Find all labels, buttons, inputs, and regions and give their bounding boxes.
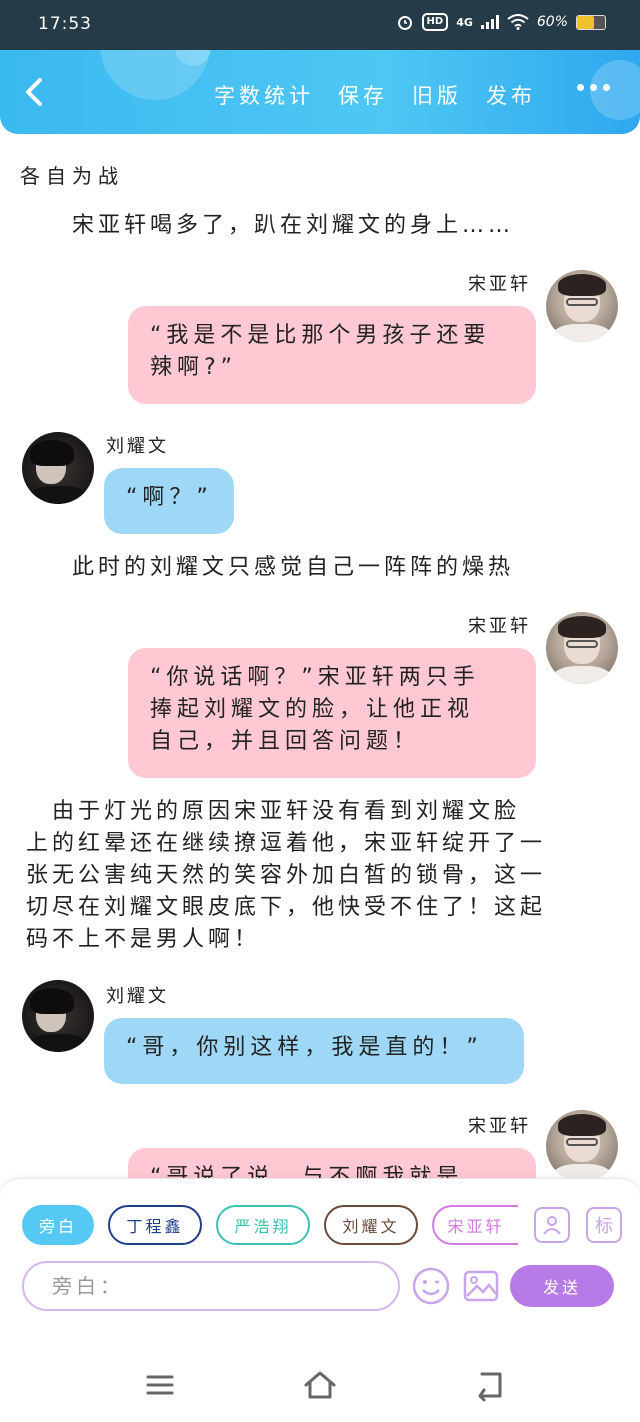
status-bar: 17:53 HD 4G 60% bbox=[0, 0, 640, 50]
avatar[interactable] bbox=[546, 1110, 618, 1178]
avatar[interactable] bbox=[546, 270, 618, 342]
wifi-icon bbox=[507, 14, 529, 30]
speaker-name: 宋亚轩 bbox=[468, 616, 531, 637]
back-icon[interactable] bbox=[470, 1368, 510, 1402]
speaker-name: 宋亚轩 bbox=[468, 1116, 531, 1137]
hd-badge: HD bbox=[421, 13, 449, 31]
role-chip-ding[interactable]: 丁程鑫 bbox=[108, 1205, 202, 1245]
narration-paragraph: 由于灯光的原因宋亚轩没有看到刘耀文脸 上的红晕还在继续撩逗着他，宋亚轩绽开了一 … bbox=[26, 796, 626, 956]
bubble-line: 辣啊?” bbox=[150, 355, 238, 380]
narration-line: 上的红晕还在继续撩逗着他，宋亚轩绽开了一 bbox=[26, 831, 547, 856]
role-chip-yan[interactable]: 严浩翔 bbox=[216, 1205, 310, 1245]
chat-bubble[interactable]: “哥说了说，与不啊我就是... bbox=[128, 1148, 536, 1178]
speaker-name: 刘耀文 bbox=[106, 986, 169, 1007]
narration-line: 切尽在刘耀文眼皮底下，他快受不住了！这起 bbox=[26, 895, 547, 920]
avatar[interactable] bbox=[22, 432, 94, 504]
narration-line: 张无公害纯天然的笑容外加白皙的锁骨，这一 bbox=[26, 863, 547, 888]
signal-icon bbox=[480, 15, 499, 29]
narration-line: 码不上不是男人啊！ bbox=[26, 927, 261, 952]
editor-header: 字数统计 保存 旧版 发布 bbox=[0, 50, 640, 134]
narration: 宋亚轩喝多了，趴在刘耀文的身上…… bbox=[72, 213, 515, 238]
old-version-button[interactable]: 旧版 bbox=[412, 80, 462, 110]
more-dots-icon[interactable] bbox=[577, 84, 610, 91]
network-label: 4G bbox=[456, 15, 473, 29]
bubble-line: 自己，并且回答问题！ bbox=[150, 729, 421, 754]
narration-line: 由于灯光的原因宋亚轩没有看到刘耀文脸 bbox=[26, 799, 521, 824]
battery-percent: 60% bbox=[536, 14, 568, 30]
save-button[interactable]: 保存 bbox=[338, 80, 388, 110]
avatar[interactable] bbox=[22, 980, 94, 1052]
status-icons: HD 4G 60% bbox=[396, 13, 606, 31]
status-time: 17:53 bbox=[38, 14, 92, 34]
header-actions: 字数统计 保存 旧版 发布 bbox=[214, 80, 536, 110]
chat-bubble[interactable]: “哥，你别这样，我是直的！” bbox=[104, 1018, 524, 1084]
avatar[interactable] bbox=[546, 612, 618, 684]
chat-bubble[interactable]: “我是不是比那个男孩子还要 辣啊?” bbox=[128, 306, 536, 404]
alarm-icon bbox=[397, 16, 412, 30]
role-chip-narrator[interactable]: 旁白 bbox=[22, 1205, 94, 1245]
bubble-line: “哥说了说，与不啊我就是... bbox=[150, 1165, 500, 1178]
tag-button[interactable]: 标 bbox=[586, 1207, 622, 1243]
word-count-button[interactable]: 字数统计 bbox=[214, 80, 314, 110]
role-chip-song[interactable]: 宋亚轩 bbox=[432, 1205, 518, 1245]
bubble-line: 捧起刘耀文的脸，让他正视 bbox=[150, 697, 475, 722]
chat-bubble[interactable]: “啊？” bbox=[104, 468, 234, 534]
message-input[interactable]: 旁白： bbox=[22, 1261, 400, 1311]
chevron-left-icon[interactable] bbox=[18, 72, 54, 112]
bubble-line: “啊？” bbox=[126, 485, 213, 510]
bubble-line: “我是不是比那个男孩子还要 bbox=[150, 323, 491, 348]
bubble-line: “你说话啊？”宋亚轩两只手 bbox=[150, 665, 480, 690]
publish-button[interactable]: 发布 bbox=[486, 80, 536, 110]
add-role-icon[interactable] bbox=[534, 1207, 570, 1243]
story-content[interactable]: 各自为战 宋亚轩喝多了，趴在刘耀文的身上…… 宋亚轩 “我是不是比那个男孩子还要… bbox=[0, 134, 640, 1178]
menu-icon[interactable] bbox=[140, 1368, 180, 1402]
send-button[interactable]: 发送 bbox=[510, 1265, 614, 1307]
emoji-icon[interactable] bbox=[412, 1267, 450, 1305]
battery-fill bbox=[577, 15, 594, 29]
story-title: 各自为战 bbox=[20, 164, 124, 188]
speaker-name: 宋亚轩 bbox=[468, 274, 531, 295]
composer-panel: 旁白 丁程鑫 严浩翔 刘耀文 宋亚轩 标 旁白： 发送 bbox=[0, 1178, 640, 1348]
chat-bubble[interactable]: “你说话啊？”宋亚轩两只手 捧起刘耀文的脸，让他正视 自己，并且回答问题！ bbox=[128, 648, 536, 778]
home-icon[interactable] bbox=[300, 1368, 340, 1402]
system-nav-bar bbox=[0, 1348, 640, 1422]
speaker-name: 刘耀文 bbox=[106, 436, 169, 457]
bubble-line: “哥，你别这样，我是直的！” bbox=[126, 1035, 483, 1060]
image-icon[interactable] bbox=[462, 1267, 500, 1305]
battery-icon bbox=[576, 14, 606, 30]
narration: 此时的刘耀文只感觉自己一阵阵的燥热 bbox=[72, 555, 515, 580]
role-chip-liu[interactable]: 刘耀文 bbox=[324, 1205, 418, 1245]
